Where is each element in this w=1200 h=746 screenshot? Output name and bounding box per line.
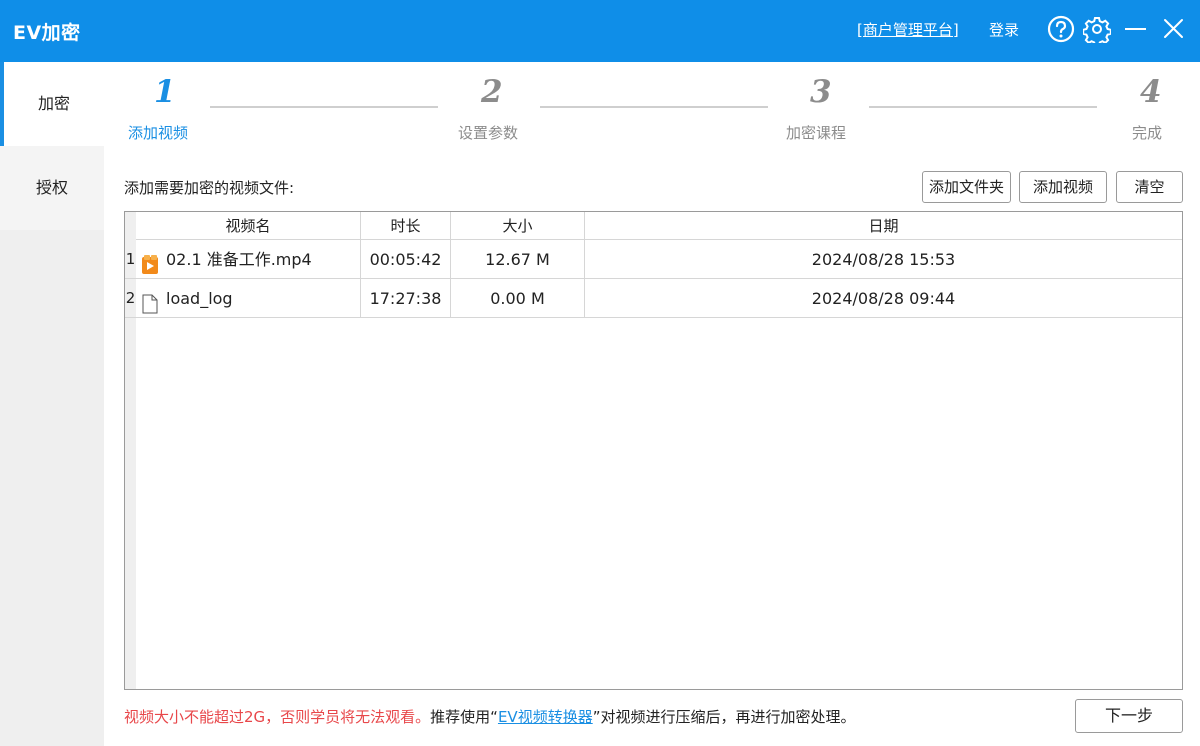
column-header-date[interactable]: 日期 [585, 212, 1182, 240]
next-step-button[interactable]: 下一步 [1075, 699, 1183, 733]
cell-video-name: load_log [136, 279, 361, 318]
login-link[interactable]: 登录 [989, 19, 1019, 40]
recommend-prefix: 推荐使用“ [430, 708, 498, 726]
cell-duration: 17:27:38 [361, 279, 451, 318]
step-3-label: 加密课程 [786, 124, 847, 142]
cell-date: 2024/08/28 15:53 [811, 250, 956, 269]
size-warning: 视频大小不能超过2G，否则学员将无法观看。 [124, 708, 431, 726]
sidebar-item-authorize[interactable]: 授权 [0, 146, 104, 230]
add-folder-button[interactable]: 添加文件夹 [922, 171, 1011, 203]
video-name: load_log [166, 289, 233, 308]
add-video-button[interactable]: 添加视频 [1019, 171, 1107, 203]
converter-link[interactable]: EV视频转换器 [498, 708, 593, 726]
table-row[interactable]: 1 02.1 准备工作.mp4 00:05:42 12.67 M 2024/08… [125, 240, 1182, 279]
help-icon[interactable] [1047, 15, 1075, 43]
step-connector [540, 106, 768, 108]
cell-size: 12.67 M [451, 240, 585, 279]
row-number: 2 [125, 289, 136, 307]
sidebar-item-label: 授权 [35, 178, 68, 197]
column-header-name[interactable]: 视频名 [136, 212, 361, 240]
step-2-number: 2 [481, 74, 503, 110]
step-connector [869, 106, 1097, 108]
app-title: EV加密 [13, 22, 81, 44]
settings-icon[interactable] [1082, 15, 1112, 47]
blank-file-icon [141, 289, 159, 314]
recommend-suffix: ”对视频进行压缩后，再进行加密处理。 [592, 708, 856, 726]
step-2-label: 设置参数 [458, 124, 519, 142]
step-1-number: 1 [154, 74, 176, 110]
sidebar-item-encrypt[interactable]: 加密 [0, 62, 104, 146]
merchant-platform-link[interactable]: [商户管理平台] [857, 19, 959, 40]
cell-date: 2024/08/28 09:44 [811, 289, 956, 308]
step-1-label: 添加视频 [128, 124, 189, 142]
footer-note: 视频大小不能超过2G，否则学员将无法观看。推荐使用“EV视频转换器”对视频进行压… [124, 706, 855, 727]
table-row[interactable]: 2 load_log 17:27:38 0.00 M 2024/08/28 09… [125, 279, 1182, 318]
title-bar: EV加密 [商户管理平台] 登录 [0, 0, 1200, 62]
minimize-icon[interactable] [1122, 15, 1150, 43]
cell-duration: 00:05:42 [361, 240, 451, 279]
step-4-number: 4 [1140, 74, 1162, 110]
sidebar: 加密 授权 [0, 62, 104, 746]
column-header-duration[interactable]: 时长 [361, 212, 451, 240]
step-4-label: 完成 [1132, 124, 1163, 142]
close-icon[interactable] [1160, 15, 1188, 43]
video-file-table[interactable]: 视频名 时长 大小 日期 1 02.1 准备工作.mp4 00:05:42 12… [124, 211, 1183, 690]
sidebar-item-label: 加密 [37, 94, 70, 113]
column-header-size[interactable]: 大小 [451, 212, 585, 240]
clear-button[interactable]: 清空 [1116, 171, 1183, 203]
cell-size: 0.00 M [451, 279, 585, 318]
cell-video-name: 02.1 准备工作.mp4 [136, 240, 361, 279]
step-connector [210, 106, 438, 108]
row-number: 1 [125, 250, 136, 268]
step-3-number: 3 [810, 74, 832, 110]
add-files-label: 添加需要加密的视频文件: [124, 179, 295, 197]
video-file-icon [141, 250, 159, 274]
video-name: 02.1 准备工作.mp4 [166, 250, 312, 269]
